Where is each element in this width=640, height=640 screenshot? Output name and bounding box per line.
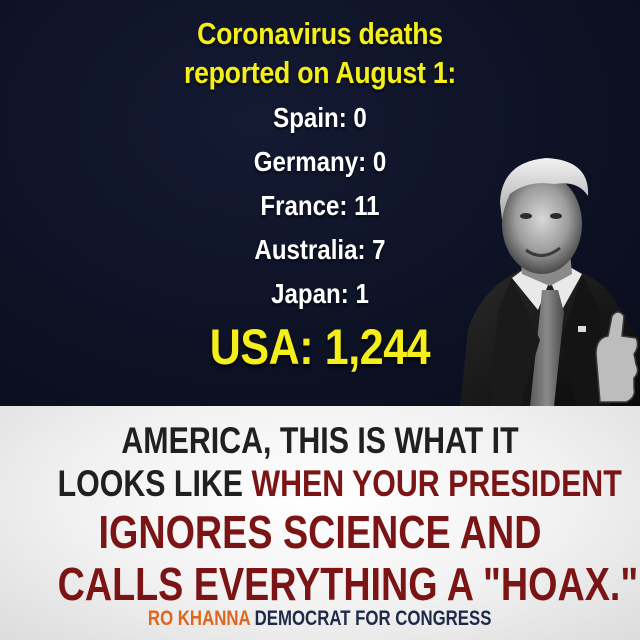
footer-name: RO KHANNA — [148, 607, 251, 630]
man-thumbs-up-photo-icon — [460, 158, 640, 406]
headline-line-1: Coronavirus deaths — [197, 16, 443, 51]
message-line-2: LOOKS LIKE WHEN YOUR PRESIDENT — [57, 462, 622, 506]
message-block: AMERICA, THIS IS WHAT IT LOOKS LIKE WHEN… — [0, 420, 640, 610]
message-line-2-dark: LOOKS LIKE — [57, 463, 244, 504]
message-line-1: AMERICA, THIS IS WHAT IT — [121, 420, 519, 461]
message-line-4: CALLS EVERYTHING A "HOAX." — [57, 558, 639, 610]
headline-line-2: reported on August 1: — [183, 55, 457, 90]
bottom-message-panel: AMERICA, THIS IS WHAT IT LOOKS LIKE WHEN… — [0, 406, 640, 640]
message-line-2-red: WHEN YOUR PRESIDENT — [251, 463, 622, 504]
footer-inner: RO KHANNA DEMOCRAT FOR CONGRESS — [148, 606, 491, 632]
top-dark-panel: Coronavirus deaths reported on August 1:… — [0, 0, 640, 406]
footer-title: DEMOCRAT FOR CONGRESS — [254, 607, 492, 630]
footer-credit: RO KHANNA DEMOCRAT FOR CONGRESS — [0, 606, 640, 632]
graphic-canvas: Coronavirus deaths reported on August 1:… — [0, 0, 640, 640]
message-line-3: IGNORES SCIENCE AND — [98, 506, 542, 558]
headline: Coronavirus deaths reported on August 1: — [45, 14, 595, 92]
stat-spain: Spain: 0 — [273, 102, 367, 133]
